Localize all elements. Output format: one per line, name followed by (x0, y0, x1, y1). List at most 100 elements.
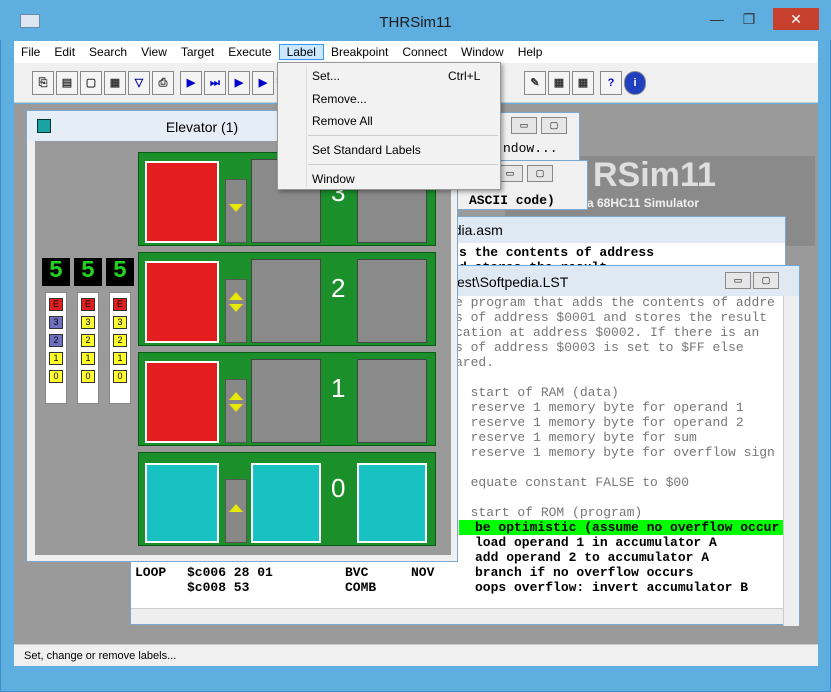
row-opcode: COMB (345, 580, 377, 595)
elevator-button-panel: E 3 2 1 0 (109, 292, 131, 404)
panel-button-3[interactable]: 3 (81, 316, 95, 329)
code-line: equate constant FALSE to $00 (455, 475, 690, 490)
row-comment: add operand 2 to accumulator A (475, 550, 710, 565)
menu-execute[interactable]: Execute (221, 45, 278, 59)
menu-help[interactable]: Help (511, 45, 550, 59)
elevator-door (145, 261, 219, 343)
menu-item-set-standard-labels[interactable]: Set Standard Labels (312, 143, 421, 157)
panel-button-E[interactable]: E (49, 298, 63, 311)
menu-target[interactable]: Target (174, 45, 221, 59)
asm-line-1: s the contents of address (459, 245, 655, 260)
shaft (357, 359, 427, 443)
menu-label[interactable]: Label (278, 44, 324, 60)
step-icon[interactable]: ▶ (252, 71, 274, 95)
maximize-button[interactable]: ▢ (527, 165, 553, 182)
panel-button-E[interactable]: E (113, 298, 127, 311)
menu-window[interactable]: Window (454, 45, 511, 59)
maximize-button[interactable]: ▢ (753, 272, 779, 289)
code-line: reserve 1 memory byte for operand 2 (455, 415, 744, 430)
elevator-door (145, 161, 219, 243)
menu-item-window[interactable]: Window (312, 172, 355, 186)
down-arrow-icon (229, 404, 243, 412)
ascii-label: ASCII code) (469, 193, 555, 208)
panel-button-2[interactable]: 2 (49, 334, 63, 347)
logo-subtitle: a 68HC11 Simulator (587, 196, 700, 210)
new-icon[interactable]: ▢ (80, 71, 102, 95)
code-line: reserve 1 memory byte for sum (455, 430, 697, 445)
menu-item-set[interactable]: Set... (312, 69, 340, 83)
label-menu-dropdown: Set... Ctrl+L Remove... Remove All Set S… (277, 62, 501, 190)
elevator-car (251, 463, 321, 543)
up-arrow-icon (229, 292, 243, 300)
floor-number: 1 (331, 373, 346, 403)
panel-button-1[interactable]: 1 (81, 352, 95, 365)
call-button[interactable] (225, 179, 247, 243)
floor-display: 5 (74, 258, 102, 286)
floor-0: 0 (138, 452, 436, 546)
menu-breakpoint[interactable]: Breakpoint (324, 45, 395, 59)
row-address: $c008 53 (187, 580, 250, 595)
load-icon[interactable]: ⎘ (32, 71, 54, 95)
code-line: s of address $0003 is set to $FF else (455, 340, 744, 355)
panel-button-E[interactable]: E (81, 298, 95, 311)
close-button[interactable]: ✕ (773, 8, 819, 30)
print-icon[interactable]: ⎙ (152, 71, 174, 95)
open-icon[interactable]: ▤ (56, 71, 78, 95)
panel-button-0[interactable]: 0 (113, 370, 127, 383)
minimize-button[interactable]: ▭ (511, 117, 537, 134)
run-until-icon[interactable]: ⏭ (204, 71, 226, 95)
horizontal-scrollbar[interactable] (131, 608, 783, 624)
panel-button-3[interactable]: 3 (49, 316, 63, 329)
menu-edit[interactable]: Edit (47, 45, 82, 59)
filter-icon[interactable]: ▽ (128, 71, 150, 95)
panel-button-2[interactable]: 2 (81, 334, 95, 347)
vertical-scrollbar[interactable] (783, 296, 799, 626)
menu-search[interactable]: Search (82, 45, 134, 59)
tool-icon[interactable]: ✎ (524, 71, 546, 95)
menu-item-remove[interactable]: Remove... (312, 92, 367, 106)
panel-button-1[interactable]: 1 (113, 352, 127, 365)
info-icon[interactable]: i (624, 71, 646, 95)
run-from-icon[interactable]: ▶ (228, 71, 250, 95)
panel-button-3[interactable]: 3 (113, 316, 127, 329)
call-button[interactable] (225, 379, 247, 443)
panel-button-0[interactable]: 0 (49, 370, 63, 383)
window-list-icon[interactable]: ▦ (548, 71, 570, 95)
code-line: s of address $0001 and stores the result (455, 310, 768, 325)
call-button[interactable] (225, 479, 247, 543)
elevator-button-panel: E 3 2 1 0 (77, 292, 99, 404)
menu-separator (308, 164, 498, 165)
elevator-car (145, 463, 219, 543)
minimize-button[interactable]: — (706, 8, 728, 30)
menu-item-remove-all[interactable]: Remove All (312, 114, 373, 128)
menu-separator (308, 135, 498, 136)
panel-button-1[interactable]: 1 (49, 352, 63, 365)
menu-bar: File Edit Search View Target Execute Lab… (14, 41, 818, 63)
call-button[interactable] (225, 279, 247, 343)
code-line: reserve 1 memory byte for overflow sign (455, 445, 775, 460)
shortcut-set: Ctrl+L (448, 69, 481, 83)
menu-view[interactable]: View (134, 45, 174, 59)
menu-file[interactable]: File (14, 45, 47, 59)
elevator-car (357, 463, 427, 543)
memory-icon[interactable]: ▦ (104, 71, 126, 95)
maximize-button[interactable]: ❐ (738, 8, 760, 30)
up-arrow-icon (229, 504, 243, 512)
minimize-button[interactable]: ▭ (725, 272, 751, 289)
shaft (251, 359, 321, 443)
panel-button-0[interactable]: 0 (81, 370, 95, 383)
panel-button-2[interactable]: 2 (113, 334, 127, 347)
row-operand: NOV (411, 565, 435, 580)
menu-connect[interactable]: Connect (395, 45, 454, 59)
maximize-button[interactable]: ▢ (541, 117, 567, 134)
up-arrow-icon (229, 392, 243, 400)
table-icon[interactable]: ▦ (572, 71, 594, 95)
help-icon[interactable]: ? (600, 71, 622, 95)
status-bar: Set, change or remove labels... (14, 644, 818, 666)
highlight-text: be optimistic (assume no overflow occur (475, 520, 780, 535)
row-label: LOOP (135, 565, 167, 580)
row-comment: load operand 1 in accumulator A (475, 535, 717, 550)
elevator-door (145, 361, 219, 443)
run-icon[interactable]: ▶ (180, 71, 202, 95)
menu-gutter (306, 65, 307, 187)
